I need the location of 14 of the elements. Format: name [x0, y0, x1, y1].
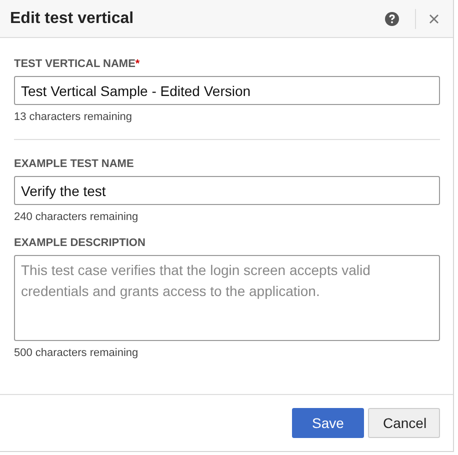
character-count: 13 characters remaining	[14, 111, 134, 123]
input-field[interactable]: Test Vertical Sample - Edited Version	[14, 76, 440, 105]
field-label: EXAMPLE DESCRIPTION	[14, 237, 146, 249]
field-label: EXAMPLE TEST NAME	[14, 158, 135, 170]
input-field[interactable]: Verify the test	[14, 176, 440, 205]
character-count: 240 characters remaining	[14, 211, 140, 223]
help-icon[interactable]	[385, 12, 399, 26]
dialog-title: Edit test vertical	[10, 10, 134, 28]
save-button[interactable]: Save	[292, 408, 364, 438]
cancel-button[interactable]: Cancel	[368, 408, 440, 438]
field-label: TEST VERTICAL NAME*	[14, 58, 141, 70]
text-area[interactable]: This test case verifies that the login screen accepts valid credentials and grants access to the application.	[14, 255, 440, 341]
character-count: 500 characters remaining	[14, 347, 140, 359]
close-icon[interactable]	[429, 14, 439, 24]
